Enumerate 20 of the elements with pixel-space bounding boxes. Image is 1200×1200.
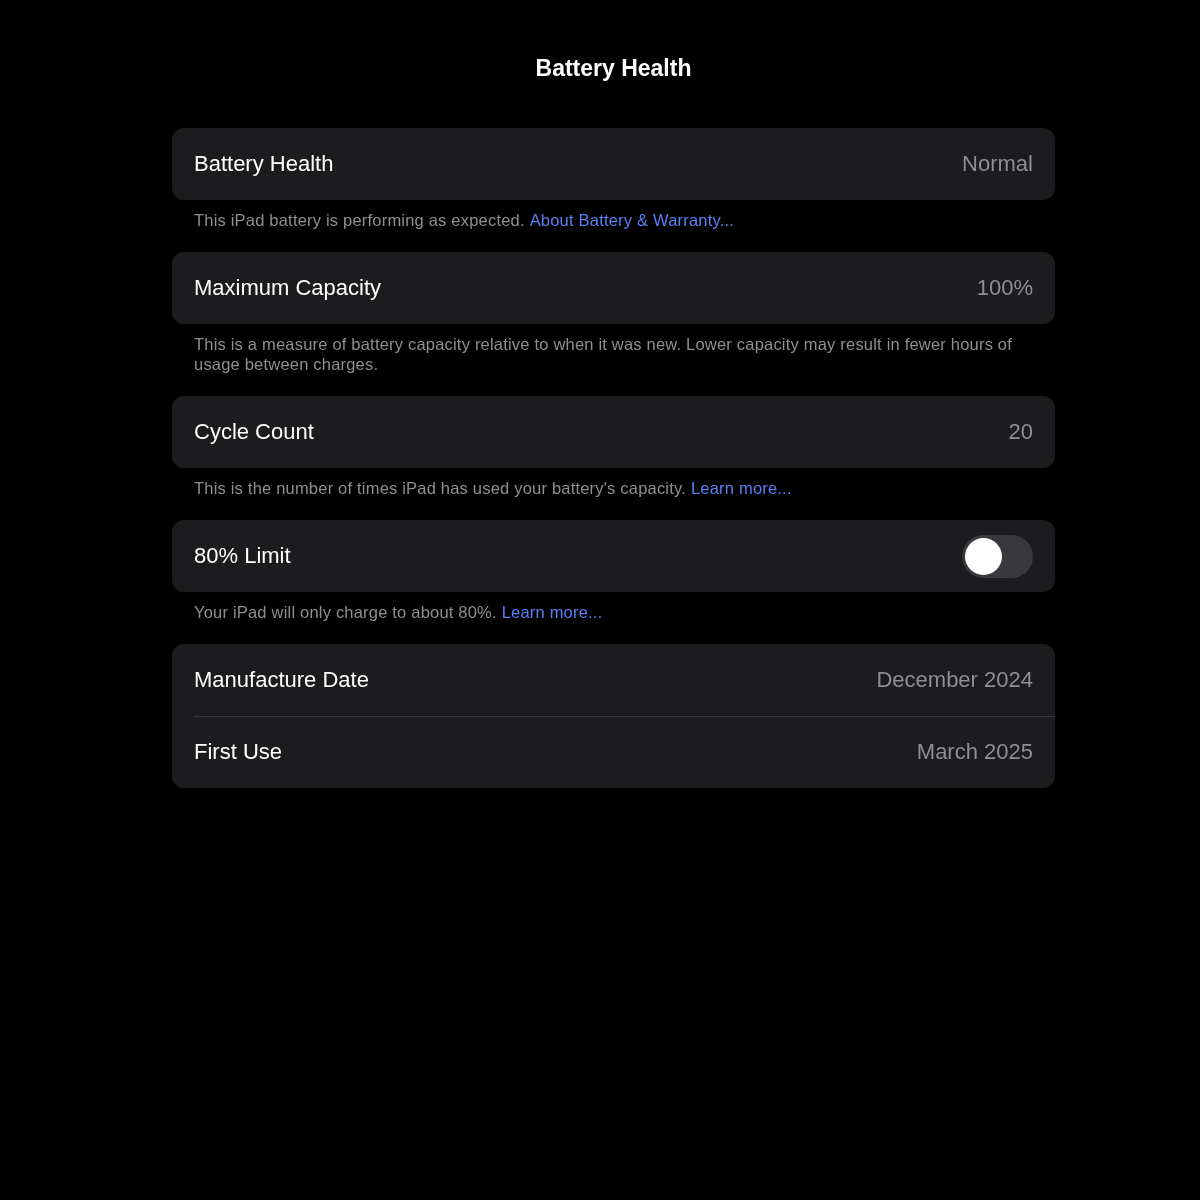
row-label: Cycle Count — [194, 419, 314, 445]
row-value: 100% — [976, 275, 1033, 301]
toggle-switch[interactable] — [962, 534, 1033, 578]
page-title: Battery Health — [534, 54, 693, 83]
footer-link[interactable]: About Battery & Warranty... — [529, 211, 735, 229]
row-value: Normal — [962, 151, 1033, 177]
row-label: Manufacture Date — [194, 667, 369, 693]
footer-link[interactable]: Learn more... — [501, 603, 603, 621]
footer-link[interactable]: Learn more... — [690, 479, 792, 497]
footer-note: This is the number of times iPad has used your battery's capacity. Learn more... — [194, 478, 793, 498]
row-label: Battery Health — [194, 151, 334, 177]
row-value: March 2025 — [916, 739, 1033, 765]
row-value: 20 — [1008, 419, 1033, 445]
footer-note: Your iPad will only charge to about 80%. Learn more... — [194, 602, 604, 622]
row-label: 80% Limit — [194, 543, 291, 569]
footer-note: This is a measure of battery capacity relative to when it was new. Lower capacity may result in fewer hours of usage between charges. — [194, 334, 1014, 374]
row-value: December 2024 — [876, 667, 1033, 693]
footer-note: This iPad battery is performing as expected. About Battery & Warranty... — [194, 210, 736, 230]
row-label: First Use — [194, 739, 282, 765]
row-label: Maximum Capacity — [194, 275, 382, 301]
